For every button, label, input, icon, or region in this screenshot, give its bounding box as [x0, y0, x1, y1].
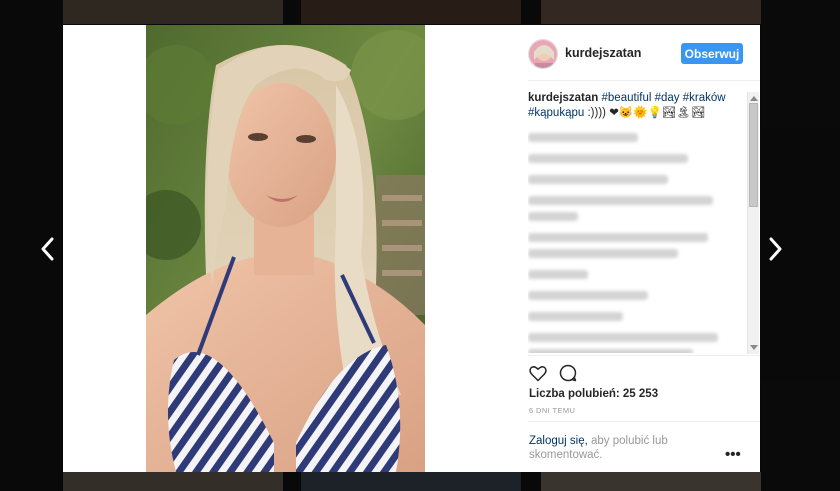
- blurred-comment: [528, 312, 750, 321]
- login-prompt-text: Zaloguj się, aby polubić lub skomentować…: [529, 434, 699, 462]
- chevron-right-icon: [769, 237, 782, 261]
- chevron-left-icon: [41, 237, 54, 261]
- avatar[interactable]: [528, 39, 558, 69]
- blurred-comment: [528, 291, 750, 300]
- scrollbar-thumb[interactable]: [749, 103, 758, 207]
- login-prompt: Zaloguj się, aby polubić lub skomentować…: [528, 421, 760, 472]
- caption-author[interactable]: kurdejszatan: [528, 92, 598, 104]
- heart-icon[interactable]: [528, 363, 548, 383]
- post-actions: [528, 355, 760, 388]
- likes-count[interactable]: Liczba polubień: 25 253: [529, 388, 658, 400]
- more-dots-icon[interactable]: •••: [725, 446, 741, 463]
- blurred-comment: [528, 333, 750, 353]
- post-caption: kurdejszatan #beautiful #day #kraków #ką…: [528, 91, 733, 121]
- blurred-comment: [528, 154, 750, 163]
- blurred-comment: [528, 233, 750, 258]
- post-sidebar: kurdejszatan Obserwuj kurdejszatan #beau…: [528, 25, 760, 472]
- scroll-up-arrow-icon[interactable]: [750, 96, 758, 101]
- hashtag-link[interactable]: #kąpukąpu: [528, 107, 584, 119]
- comment-bubble-icon[interactable]: [558, 363, 578, 383]
- post-photo[interactable]: [146, 25, 425, 472]
- scroll-down-arrow-icon[interactable]: [750, 345, 758, 350]
- post-modal: kurdejszatan Obserwuj kurdejszatan #beau…: [63, 25, 760, 472]
- blurred-comment: [528, 196, 750, 221]
- photo-pane: [63, 25, 528, 472]
- caption-suffix: :)))) ❤😺🌞💡🏞🏝🏞: [587, 107, 706, 119]
- post-timestamp: 6 DNI TEMU: [529, 406, 576, 415]
- hashtag-link[interactable]: #kraków: [683, 92, 726, 104]
- login-link[interactable]: Zaloguj się,: [529, 435, 588, 447]
- blurred-comment: [528, 175, 750, 184]
- hashtag-link[interactable]: #beautiful: [602, 92, 652, 104]
- follow-button[interactable]: Obserwuj: [681, 43, 743, 64]
- blurred-comment: [528, 270, 750, 279]
- header-username[interactable]: kurdejszatan: [565, 46, 641, 60]
- previous-post-button[interactable]: [38, 236, 58, 262]
- comments-scrollbar[interactable]: [747, 92, 759, 354]
- comments-list[interactable]: kurdejszatan #beautiful #day #kraków #ką…: [528, 91, 750, 353]
- blurred-comment: [528, 133, 750, 142]
- next-post-button[interactable]: [765, 236, 785, 262]
- post-header: kurdejszatan Obserwuj: [528, 25, 760, 81]
- hashtag-link[interactable]: #day: [655, 92, 680, 104]
